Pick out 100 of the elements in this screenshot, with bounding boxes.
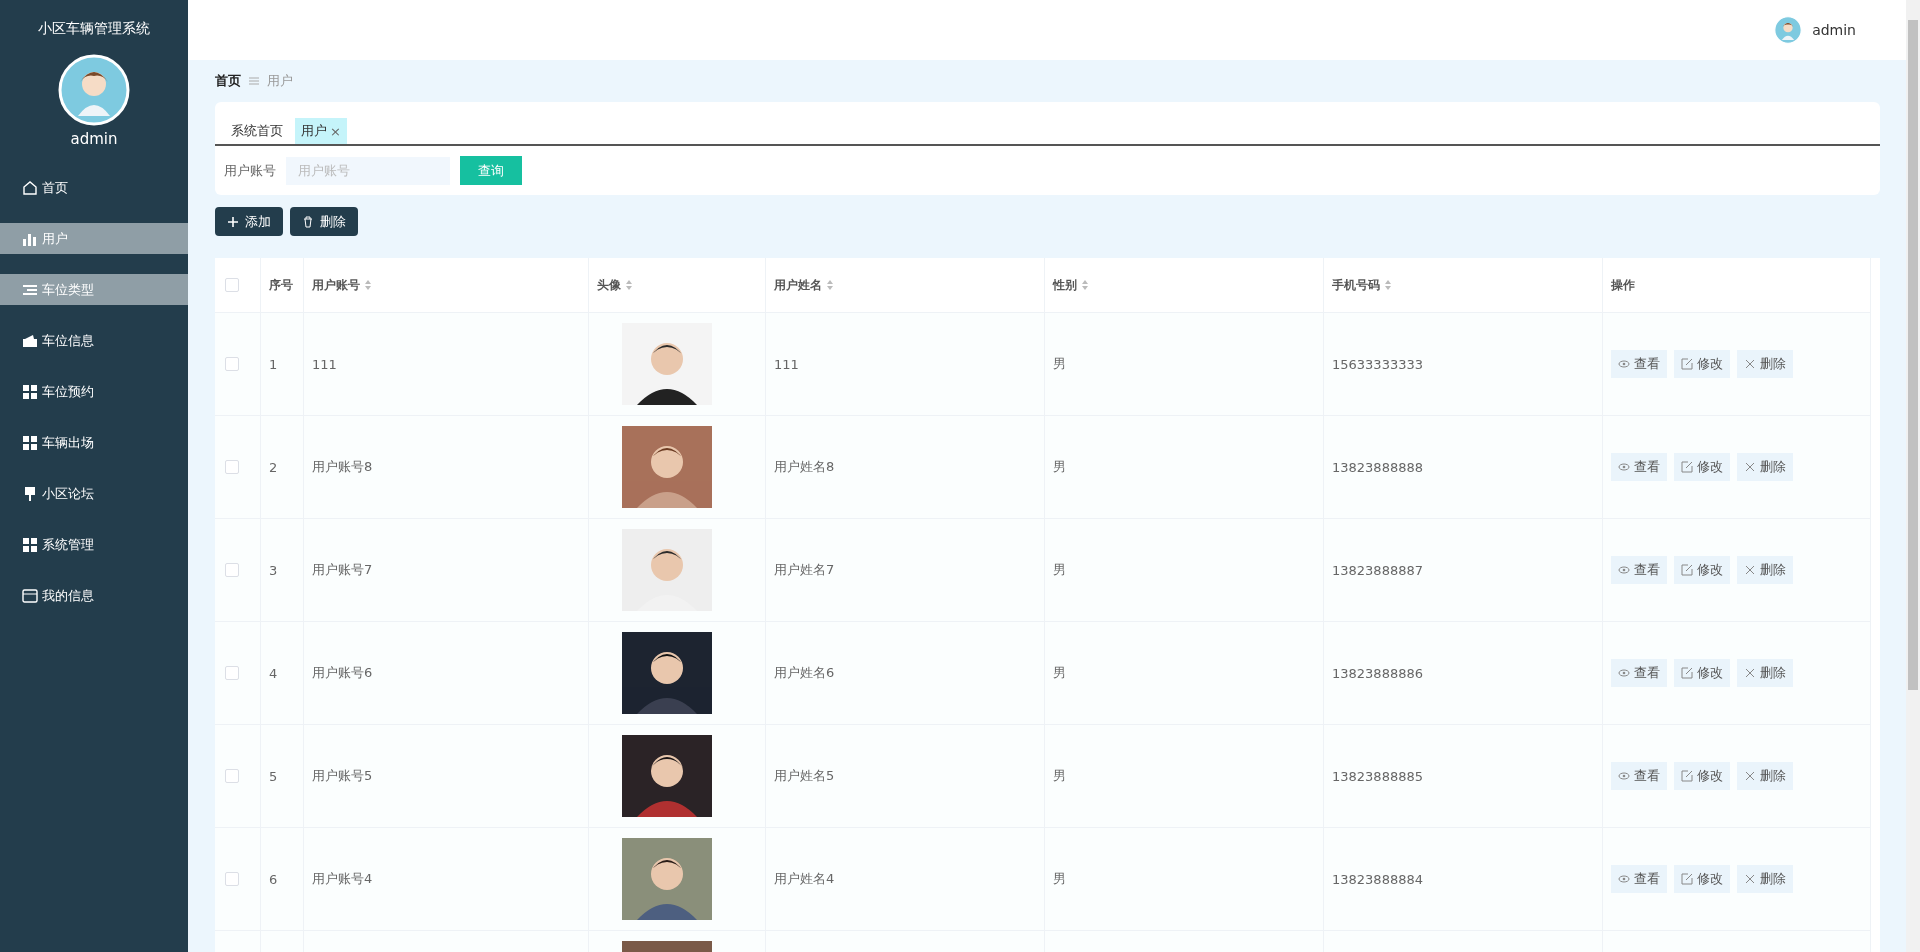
scrollbar[interactable] <box>1906 0 1920 952</box>
close-button[interactable]: × <box>330 123 341 139</box>
row-action-button[interactable]: 查看 <box>1611 453 1667 481</box>
eye-icon <box>1618 461 1630 473</box>
checkbox[interactable] <box>225 666 239 680</box>
checkbox[interactable] <box>225 872 239 886</box>
menu-item[interactable]: 小区论坛 <box>0 478 188 509</box>
table-cell: 4 <box>261 622 304 725</box>
grid-icon <box>22 434 38 451</box>
column-header: 手机号码 <box>1332 276 1380 294</box>
table-cell: 15633333333 <box>1324 313 1603 416</box>
table-cell: 用户姓名6 <box>766 622 1045 725</box>
table-cell: 用户账号4 <box>304 828 589 931</box>
column-header: 序号 <box>269 276 293 294</box>
edit-icon <box>1681 461 1693 473</box>
menu-item[interactable]: 车位信息 <box>0 325 188 356</box>
close-icon <box>1744 667 1756 679</box>
edit-icon <box>1681 564 1693 576</box>
table-cell: 3 <box>261 519 304 622</box>
row-action-button[interactable]: 删除 <box>1737 453 1793 481</box>
row-action-button[interactable]: 查看 <box>1611 762 1667 790</box>
row-action-button[interactable]: 修改 <box>1674 453 1730 481</box>
sort-icon[interactable] <box>826 279 834 291</box>
column-header: 用户姓名 <box>774 276 822 294</box>
menu-label: 车辆出场 <box>42 433 94 452</box>
row-action-button[interactable]: 查看 <box>1611 659 1667 687</box>
menu-label: 首页 <box>42 178 68 197</box>
checkbox[interactable] <box>225 460 239 474</box>
row-action-button[interactable]: 查看 <box>1611 556 1667 584</box>
row-action-button[interactable]: 修改 <box>1674 556 1730 584</box>
wallet-icon <box>22 332 38 349</box>
user-name[interactable]: admin <box>1812 22 1856 38</box>
menu-label: 小区论坛 <box>42 484 94 503</box>
table-cell: 男 <box>1045 622 1324 725</box>
sort-icon[interactable] <box>1081 279 1089 291</box>
checkbox[interactable] <box>225 769 239 783</box>
user-name: admin <box>70 130 118 148</box>
column-header: 性别 <box>1053 276 1077 294</box>
breadcrumb-item[interactable]: 首页 <box>215 72 241 90</box>
row-action-button[interactable]: 查看 <box>1611 865 1667 893</box>
eye-icon <box>1618 564 1630 576</box>
table-cell: 2 <box>261 416 304 519</box>
sort-icon[interactable] <box>1384 279 1392 291</box>
action-button[interactable]: 删除 <box>290 207 358 236</box>
menu-item[interactable]: 首页 <box>0 172 188 203</box>
sort-icon[interactable] <box>364 279 372 291</box>
table-cell: 用户姓名7 <box>766 519 1045 622</box>
row-action-button[interactable]: 删除 <box>1737 659 1793 687</box>
table-cell: 5 <box>261 725 304 828</box>
table-cell: 13823888885 <box>1324 725 1603 828</box>
table-cell: 6 <box>261 828 304 931</box>
row-action-button[interactable]: 删除 <box>1737 350 1793 378</box>
card-icon <box>22 587 38 604</box>
table-cell: 用户账号6 <box>304 622 589 725</box>
table-cell: 13823888884 <box>1324 828 1603 931</box>
scrollbar-thumb[interactable] <box>1908 20 1918 690</box>
checkbox[interactable] <box>225 357 239 371</box>
tab[interactable]: 用户 × <box>295 118 347 144</box>
row-action-button[interactable]: 删除 <box>1737 556 1793 584</box>
sort-icon[interactable] <box>625 279 633 291</box>
menu-item[interactable]: 系统管理 <box>0 529 188 560</box>
row-action-button[interactable]: 查看 <box>1611 350 1667 378</box>
menu-item[interactable]: 我的信息 <box>0 580 188 611</box>
account-field[interactable]: 用户账号 <box>286 156 450 185</box>
grid-icon <box>22 536 38 553</box>
plus-icon <box>227 215 239 228</box>
table-cell: 用户姓名8 <box>766 416 1045 519</box>
eye-icon <box>1618 873 1630 885</box>
avatar-icon <box>1774 16 1803 44</box>
menu-item[interactable]: 车位预约 <box>0 376 188 407</box>
row-action-button[interactable]: 修改 <box>1674 865 1730 893</box>
table-cell: 用户姓名4 <box>766 828 1045 931</box>
table-cell: 13823888887 <box>1324 519 1603 622</box>
close-icon <box>1744 358 1756 370</box>
home-icon <box>22 179 38 196</box>
grid-icon <box>22 383 38 400</box>
close-icon <box>1744 873 1756 885</box>
checkbox[interactable] <box>225 563 239 577</box>
menu-label: 车位信息 <box>42 331 94 350</box>
close-icon <box>1744 564 1756 576</box>
menu-item[interactable]: 车辆出场 <box>0 427 188 458</box>
table-cell: 用户账号8 <box>304 416 589 519</box>
table-cell: 111 <box>766 313 1045 416</box>
row-action-button[interactable]: 删除 <box>1737 865 1793 893</box>
row-action-button[interactable]: 修改 <box>1674 350 1730 378</box>
checkbox[interactable] <box>225 278 239 292</box>
row-action-button[interactable]: 删除 <box>1737 762 1793 790</box>
menu-label: 车位类型 <box>42 280 94 299</box>
edit-icon <box>1681 358 1693 370</box>
action-button[interactable]: 添加 <box>215 207 283 236</box>
menu-label: 用户 <box>42 229 68 248</box>
table-cell: 男 <box>1045 519 1324 622</box>
table-cell: 用户姓名5 <box>766 725 1045 828</box>
edit-icon <box>1681 873 1693 885</box>
table-cell: 男 <box>1045 416 1324 519</box>
trash-icon <box>302 215 314 228</box>
separator-icon <box>249 76 259 86</box>
row-action-button[interactable]: 修改 <box>1674 762 1730 790</box>
row-action-button[interactable]: 修改 <box>1674 659 1730 687</box>
edit-icon <box>1681 770 1693 782</box>
